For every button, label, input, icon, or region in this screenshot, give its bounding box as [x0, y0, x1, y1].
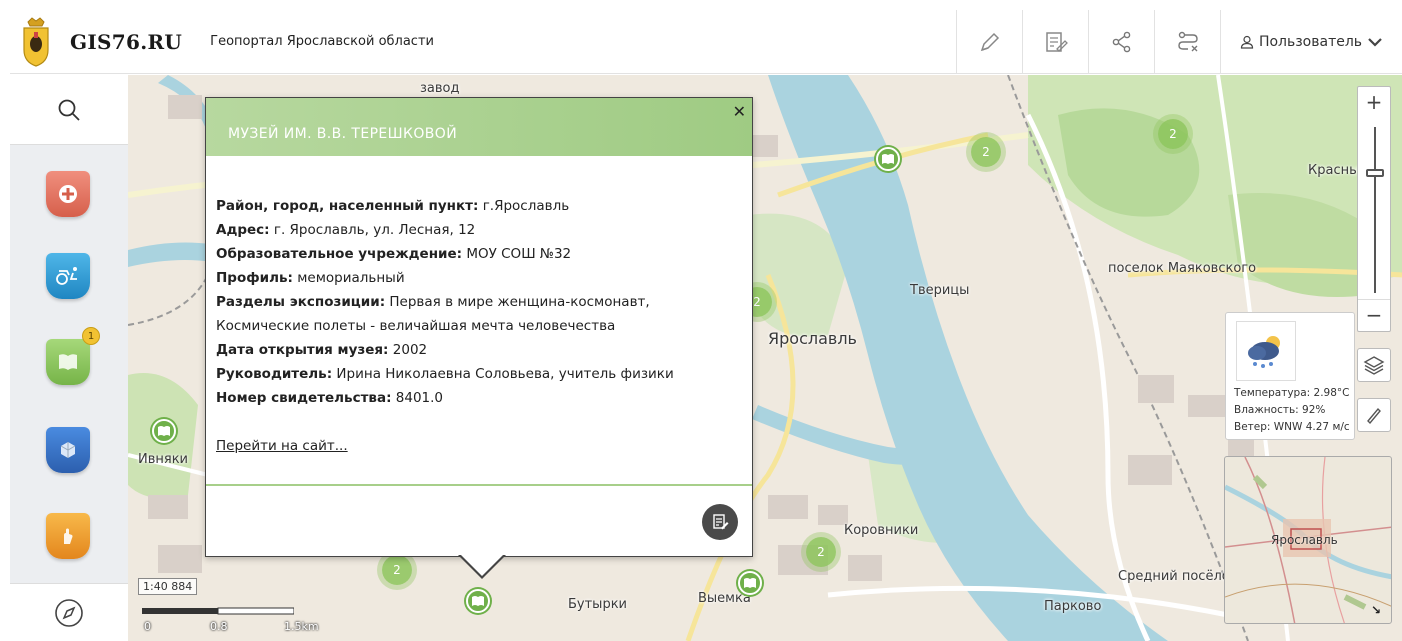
- weather-wind: Ветер: WNW 4.27 м/с: [1234, 421, 1350, 433]
- route-button[interactable]: [1154, 10, 1220, 74]
- layers-icon: [1363, 356, 1385, 375]
- edit-note-button[interactable]: [1022, 10, 1088, 74]
- edit-note-icon: [1045, 32, 1068, 52]
- zoom-in-button[interactable]: +: [1358, 87, 1390, 119]
- info-row-opening-date: Дата открытия музея: 2002: [216, 342, 428, 358]
- weather-cloud-rain-icon: [1236, 321, 1296, 381]
- label-tveritsy: Тверицы: [910, 283, 970, 298]
- scale-label-mid: 0.8: [210, 620, 228, 633]
- search-icon: [58, 99, 80, 121]
- label-yaroslavl: Ярославль: [768, 329, 857, 348]
- ruler-icon: [1367, 407, 1381, 425]
- header-toolbar: Пользователь: [956, 10, 1402, 74]
- museum-info-popup: МУЗЕЙ ИМ. В.В. ТЕРЕШКОВОЙ ✕ Район, город…: [205, 97, 753, 579]
- book-icon: [59, 354, 77, 370]
- info-row-exhibits: Разделы экспозиции: Первая в мире женщин…: [216, 294, 650, 334]
- book-marker-icon: [882, 154, 894, 164]
- layers-sidebar: 1: [10, 75, 128, 641]
- museum-poi-marker[interactable]: [876, 147, 900, 171]
- accessibility-layer-button[interactable]: [46, 253, 90, 299]
- cube-icon: [60, 442, 76, 458]
- culture-layer-button[interactable]: [46, 513, 90, 559]
- education-layer-button[interactable]: 1: [46, 327, 100, 385]
- notification-badge: 1: [82, 327, 100, 345]
- zoom-slider-handle[interactable]: [1366, 169, 1384, 177]
- info-row-profile: Профиль: мемориальный: [216, 270, 405, 286]
- info-row-address: Адрес: г. Ярославль, ул. Лесная, 12: [216, 222, 476, 238]
- overview-city-label: Ярославль: [1271, 533, 1338, 547]
- weather-humidity: Влажность: 92%: [1234, 404, 1326, 416]
- search-button[interactable]: [10, 75, 128, 145]
- chevron-down-icon: [1368, 38, 1382, 47]
- label-ivnyaki: Ивняки: [138, 452, 189, 467]
- museum-poi-marker[interactable]: [738, 571, 762, 595]
- weather-temperature: Температура: 2.98°C: [1234, 387, 1350, 399]
- pencil-tool-button[interactable]: [956, 10, 1022, 74]
- popup-body: Район, город, населенный пункт: г.Яросла…: [206, 156, 752, 458]
- user-label: Пользователь: [1258, 34, 1363, 50]
- map-cluster[interactable]: 2: [971, 137, 1001, 167]
- share-icon: [1112, 31, 1130, 53]
- scale-label-start: 0: [144, 620, 151, 633]
- compass-icon: [55, 598, 83, 627]
- expand-arrow-icon[interactable]: ↘: [1371, 603, 1387, 619]
- info-row-director: Руководитель: Ирина Николаевна Соловьева…: [216, 366, 674, 382]
- zoom-out-button[interactable]: −: [1358, 299, 1390, 331]
- info-row-district: Район, город, населенный пункт: г.Яросла…: [216, 198, 570, 214]
- scale-label-end: 1.5km: [284, 620, 319, 633]
- weather-widget: Температура: 2.98°C Влажность: 92% Ветер…: [1225, 312, 1355, 440]
- yaroslavl-crest-logo[interactable]: [20, 16, 52, 68]
- health-cross-icon: [59, 185, 77, 203]
- label-parkovo: Парково: [1044, 599, 1102, 614]
- zoom-slider-track[interactable]: [1374, 127, 1376, 293]
- edit-record-button[interactable]: [702, 504, 738, 540]
- book-marker-icon: [158, 426, 170, 436]
- label-korovniki: Коровники: [844, 523, 919, 538]
- popup-title: МУЗЕЙ ИМ. В.В. ТЕРЕШКОВОЙ: [228, 126, 458, 142]
- popup-footer: [206, 484, 752, 556]
- label-mayakovsky: поселок Маяковского: [1108, 261, 1257, 276]
- compass-button[interactable]: [10, 583, 128, 641]
- hand-icon: [64, 528, 73, 544]
- measure-button[interactable]: [1357, 398, 1391, 432]
- website-link[interactable]: Перейти на сайт...: [216, 434, 348, 458]
- pencil-icon: [980, 32, 999, 52]
- map-cluster[interactable]: 2: [1158, 119, 1188, 149]
- info-row-certificate: Номер свидетельства: 8401.0: [216, 390, 444, 406]
- map-cluster[interactable]: 2: [806, 537, 836, 567]
- book-marker-icon: [472, 596, 484, 606]
- user-icon: [1240, 35, 1254, 49]
- security-layer-button[interactable]: [46, 427, 90, 473]
- scale-bar: [142, 607, 294, 615]
- map-scale-ratio: 1:40 884: [138, 578, 198, 595]
- accessibility-icon: [56, 267, 77, 285]
- info-row-school: Образовательное учреждение: МОУ СОШ №32: [216, 246, 572, 262]
- site-name[interactable]: GIS76.RU: [70, 30, 182, 54]
- label-zavod: завод: [420, 81, 460, 96]
- overview-minimap[interactable]: Ярославль ↘: [1224, 456, 1392, 624]
- book-marker-icon: [744, 578, 756, 588]
- user-menu[interactable]: Пользователь: [1220, 10, 1402, 74]
- share-button[interactable]: [1088, 10, 1154, 74]
- layers-switcher-button[interactable]: [1357, 348, 1391, 382]
- zoom-control: + −: [1357, 86, 1391, 332]
- top-header: GIS76.RU Геопортал Ярославской области П…: [10, 10, 1402, 74]
- popup-header: МУЗЕЙ ИМ. В.В. ТЕРЕШКОВОЙ: [206, 98, 752, 156]
- label-butyrki: Бутырки: [568, 597, 628, 612]
- health-layer-button[interactable]: [46, 171, 90, 217]
- label-sredniy: Средний посёлок: [1118, 569, 1238, 584]
- portal-name: Геопортал Ярославской области: [210, 34, 434, 49]
- selected-museum-marker[interactable]: [466, 589, 490, 613]
- route-icon: [1177, 31, 1198, 52]
- popup-pointer-inner: [460, 554, 504, 576]
- map-cluster[interactable]: 2: [382, 555, 412, 585]
- museum-poi-marker[interactable]: [152, 419, 176, 443]
- close-icon[interactable]: ✕: [733, 102, 746, 121]
- edit-note-icon: [713, 514, 729, 530]
